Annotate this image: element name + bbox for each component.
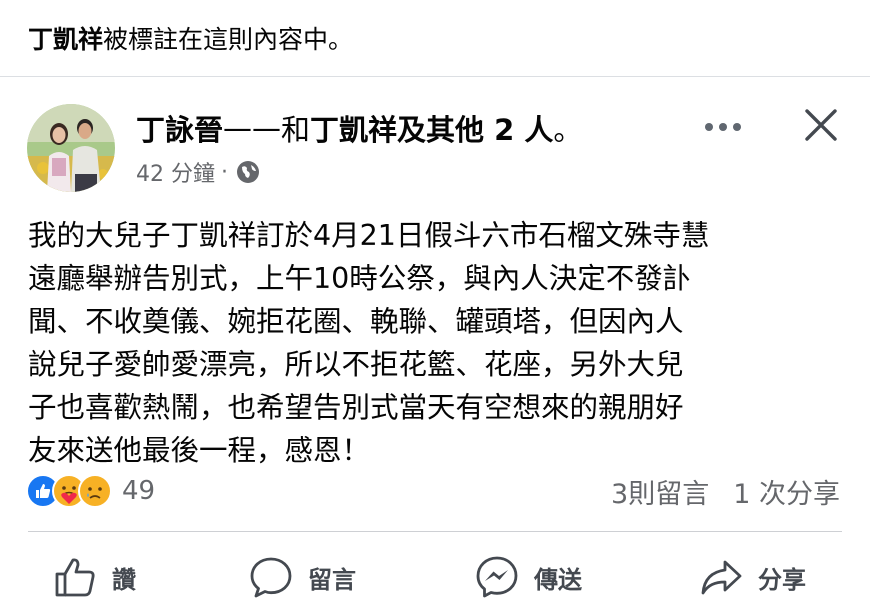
- post-meta: 42 分鐘 ·: [136, 156, 260, 188]
- divider: [28, 531, 842, 532]
- send-label: 傳送: [534, 565, 582, 594]
- close-icon: [805, 109, 837, 141]
- tagged-name-link[interactable]: 丁凱祥: [310, 107, 397, 149]
- reaction-count: 49: [122, 476, 156, 506]
- share-count-link[interactable]: 1 次分享: [733, 472, 840, 511]
- tag-notice: 丁凱祥 被標註在這則內容中。: [28, 18, 353, 58]
- post-line: 我的大兒子丁凱祥訂於4月21日假斗六市石榴文殊寺慧: [28, 219, 710, 252]
- others-link[interactable]: 及其他 2 人: [397, 107, 553, 149]
- share-arrow-icon: [701, 560, 742, 595]
- more-options-button[interactable]: [700, 108, 746, 146]
- more-dot: [719, 123, 727, 131]
- more-dot: [705, 123, 713, 131]
- comment-bubble-icon: [250, 557, 292, 598]
- share-button[interactable]: 分享: [698, 552, 806, 602]
- comment-count-link[interactable]: 3則留言: [611, 472, 709, 511]
- send-button[interactable]: 傳送: [474, 552, 582, 602]
- post-body: 我的大兒子丁凱祥訂於4月21日假斗六市石榴文殊寺慧 遠廳舉辦告別式，上午10時公…: [28, 214, 853, 472]
- post-line: 子也喜歡熱鬧，也希望告別式當天有空想來的親朋好: [28, 391, 684, 424]
- divider: [0, 76, 870, 77]
- reaction-summary[interactable]: 49: [26, 472, 155, 510]
- post-line: 遠廳舉辦告別式，上午10時公祭，與內人決定不發訃: [28, 262, 692, 295]
- post-line: 說兒子愛帥愛漂亮，所以不拒花籃、花座，另外大兒: [28, 348, 684, 381]
- dash: ——: [223, 111, 282, 145]
- more-dot: [733, 123, 741, 131]
- post-time[interactable]: 42 分鐘: [136, 156, 215, 188]
- tagged-user-name[interactable]: 丁凱祥: [28, 20, 103, 56]
- close-button[interactable]: [800, 104, 842, 146]
- post-stats: 3則留言 1 次分享: [611, 472, 840, 510]
- period: 。: [553, 113, 583, 147]
- like-label: 讚: [112, 565, 136, 594]
- post-line: 友來送他最後一程，感恩！: [28, 434, 371, 467]
- post-line: 聞、不收奠儀、婉拒花圈、輓聯、罐頭塔，但因內人: [28, 305, 684, 338]
- globe-icon: [237, 161, 259, 183]
- with-text: 和: [281, 113, 311, 147]
- separator-dot: ·: [221, 159, 228, 185]
- comment-label: 留言: [308, 565, 356, 594]
- avatar[interactable]: [27, 104, 115, 192]
- messenger-icon: [476, 556, 518, 598]
- post-header-title: 丁詠晉 —— 和 丁凱祥 及其他 2 人 。: [136, 106, 582, 150]
- thumbs-up-icon: [55, 558, 95, 597]
- sad-reaction-icon: [78, 474, 112, 508]
- tag-notice-text: 被標註在這則內容中。: [103, 25, 354, 54]
- comment-button[interactable]: 留言: [248, 552, 356, 602]
- share-label: 分享: [758, 565, 806, 594]
- author-name[interactable]: 丁詠晉: [136, 107, 223, 149]
- like-button[interactable]: 讚: [52, 552, 136, 602]
